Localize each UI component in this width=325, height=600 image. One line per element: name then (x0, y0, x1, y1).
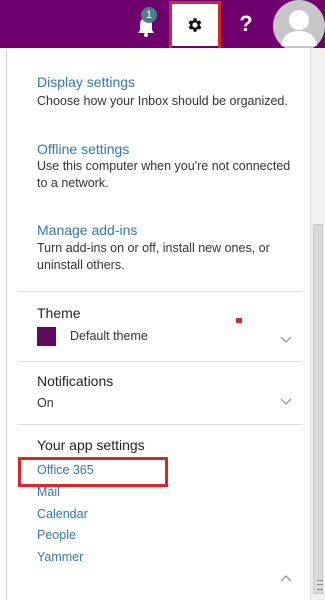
app-link-people[interactable]: People (37, 528, 76, 542)
app-link-office365[interactable]: Office 365 (37, 463, 94, 477)
offline-settings-link[interactable]: Offline settings (37, 141, 129, 157)
theme-value[interactable]: Default theme (70, 329, 148, 343)
scrollbar-grip-icon (317, 580, 323, 590)
app-link-yammer[interactable]: Yammer (37, 550, 83, 564)
theme-chevron-down-icon[interactable] (280, 335, 292, 345)
marker-dot (236, 318, 242, 323)
display-settings-link[interactable]: Display settings (37, 74, 135, 90)
separator (18, 424, 302, 425)
offline-settings-description: Use this computer when you're not connec… (37, 159, 291, 190)
app-link-mail[interactable]: Mail (37, 485, 60, 499)
notifications-chevron-down-icon[interactable] (280, 397, 292, 407)
settings-gear-button[interactable] (169, 1, 221, 51)
scrollbar-thumb[interactable] (313, 224, 323, 594)
display-settings-description: Choose how your Inbox should be organize… (37, 94, 288, 108)
user-avatar[interactable] (273, 0, 325, 52)
separator (18, 291, 302, 292)
manage-addins-link[interactable]: Manage add-ins (37, 222, 137, 238)
panel-left-border (6, 50, 7, 600)
theme-color-swatch[interactable] (37, 327, 56, 346)
app-settings-heading: Your app settings (37, 437, 145, 453)
help-button[interactable]: ? (234, 8, 258, 40)
panel-scrollbar[interactable] (310, 48, 325, 600)
user-icon (273, 0, 325, 52)
notification-count-badge: 1 (141, 7, 157, 23)
notifications-heading: Notifications (37, 373, 114, 389)
collapse-chevron-up-icon[interactable] (280, 573, 292, 583)
theme-heading: Theme (37, 305, 81, 321)
notifications-value[interactable]: On (37, 396, 54, 410)
app-link-calendar[interactable]: Calendar (37, 507, 88, 521)
gear-icon (188, 18, 202, 32)
separator (18, 361, 302, 362)
manage-addins-description: Turn add-ins on or off, install new ones… (37, 241, 270, 272)
